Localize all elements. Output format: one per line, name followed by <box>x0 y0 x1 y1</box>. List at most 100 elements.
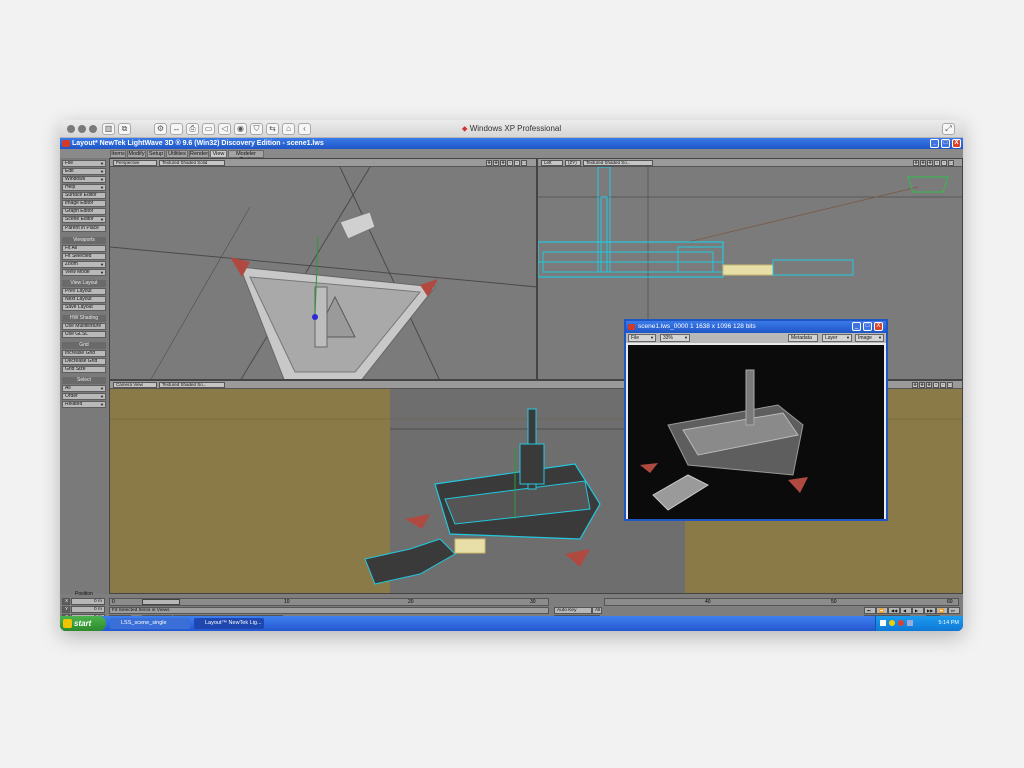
render-minimize-button[interactable]: _ <box>852 322 861 331</box>
tab-modify[interactable]: Modify <box>127 150 146 158</box>
shading-dropdown[interactable]: Textured Shaded So... <box>583 160 653 166</box>
tick-label: 0 <box>112 599 115 605</box>
pan-view-icon[interactable]: ✥ <box>926 382 932 388</box>
zoom-in-icon[interactable]: + <box>507 160 513 166</box>
menu-edit[interactable]: Edit <box>62 168 106 175</box>
zoom-in-icon[interactable]: + <box>934 160 940 166</box>
close-button[interactable]: X <box>952 139 961 148</box>
fullscreen-icon[interactable]: ⤢ <box>942 123 955 135</box>
security-icon[interactable] <box>889 620 895 626</box>
play-back-button[interactable]: ◀ <box>900 607 912 614</box>
fit-selected-button[interactable]: Fit Selected <box>62 253 106 260</box>
tab-render[interactable]: Render <box>189 150 209 158</box>
task-lss-scene[interactable]: LSS_scene_single <box>110 618 190 629</box>
viewport-toolbar: Left (ZY) Textured Shaded So... ✥ ✥ ✥ + … <box>538 159 962 167</box>
graph-editor-button[interactable]: Graph Editor <box>62 208 106 215</box>
auto-key-button[interactable]: Auto Key <box>554 607 592 614</box>
x-value-field[interactable]: 0 m <box>71 598 105 605</box>
view-type-dropdown[interactable]: Perspective <box>113 160 157 166</box>
prev-layout-button[interactable]: Prev Layout <box>62 288 106 295</box>
move-view-icon[interactable]: ✥ <box>913 160 919 166</box>
alert-icon[interactable] <box>898 620 904 626</box>
select-all-button[interactable]: All <box>62 385 106 392</box>
shading-dropdown[interactable]: Textured Shaded So... <box>159 382 225 388</box>
zoom-in-icon[interactable]: + <box>933 382 939 388</box>
system-tray: 5:14 PM <box>875 616 963 631</box>
scene-editor-button[interactable]: Scene Editor <box>62 216 106 223</box>
tab-utilities[interactable]: Utilities <box>166 150 188 158</box>
pan-view-icon[interactable]: ✥ <box>500 160 506 166</box>
task-layout[interactable]: Layout™ NewTek Lig... <box>194 618 264 629</box>
maximize-view-icon[interactable]: □ <box>521 160 527 166</box>
status-bar: Fit Selected Items in Views <box>109 607 549 614</box>
rewind-button[interactable]: ◀◀ <box>888 607 900 614</box>
tab-setup[interactable]: Setup <box>147 150 165 158</box>
play-button[interactable]: ▶ <box>912 607 924 614</box>
maximize-button[interactable]: □ <box>941 139 950 148</box>
render-layer-dropdown[interactable]: Layer <box>822 334 852 342</box>
view-type-dropdown[interactable]: Left <box>541 160 563 166</box>
select-order-button[interactable]: Order <box>62 393 106 400</box>
view-mode-button[interactable]: View Mode <box>62 269 106 276</box>
image-editor-button[interactable]: Image Editor <box>62 200 106 207</box>
zoom-out-icon[interactable]: − <box>940 382 946 388</box>
tab-items[interactable]: Items <box>110 150 126 158</box>
tab-modeler-tools[interactable]: Modeler Tools <box>228 150 264 163</box>
render-image-dropdown[interactable]: Image <box>855 334 884 342</box>
last-frame-button[interactable]: ⏭ <box>948 607 960 614</box>
next-key-button[interactable]: ⏩ <box>936 607 948 614</box>
first-frame-button[interactable]: ⏮ <box>864 607 876 614</box>
use-multitexture-button[interactable]: Use Multitexture <box>62 323 106 330</box>
maximize-view-icon[interactable]: □ <box>947 382 953 388</box>
surface-editor-button[interactable]: Surface Editor <box>62 192 106 199</box>
fast-forward-button[interactable]: ▶▶ <box>924 607 936 614</box>
y-value-field[interactable]: 0 m <box>71 606 105 613</box>
viewport-toolbar: Perspective Textured Shaded Solid ✥ ✥ ✥ … <box>110 159 536 167</box>
clock: 5:14 PM <box>938 620 959 626</box>
xp-desktop: Layout* NewTek LightWave 3D ® 9.6 (Win32… <box>60 138 963 631</box>
volume-icon[interactable] <box>907 620 913 626</box>
parent-in-place-button[interactable]: Parent in Place <box>62 225 106 232</box>
timeline-slider[interactable] <box>142 599 180 605</box>
decrease-grid-button[interactable]: Decrease Grid <box>62 358 106 365</box>
maximize-view-icon[interactable]: □ <box>948 160 954 166</box>
render-file-menu[interactable]: File <box>628 334 656 342</box>
host-title: ⬥ Windows XP Professional <box>461 124 562 133</box>
select-related-button[interactable]: Related <box>62 401 106 408</box>
prev-key-button[interactable]: ⏪ <box>876 607 888 614</box>
render-zoom-dropdown[interactable]: 33% <box>660 334 690 342</box>
auto-key-dropdown[interactable]: All <box>592 607 602 614</box>
timeline-right[interactable]: 40 50 60 <box>604 598 959 606</box>
viewport-perspective[interactable]: Perspective Textured Shaded Solid ✥ ✥ ✥ … <box>109 158 537 380</box>
windows-logo-icon <box>63 619 72 628</box>
render-metadata-button[interactable]: Metadata <box>788 334 818 342</box>
save-layout-button[interactable]: Save Layout <box>62 304 106 311</box>
fit-all-button[interactable]: Fit All <box>62 245 106 252</box>
render-maximize-button[interactable]: □ <box>863 322 872 331</box>
shading-dropdown[interactable]: Textured Shaded Solid <box>159 160 225 166</box>
rotate-view-icon[interactable]: ✥ <box>493 160 499 166</box>
next-layout-button[interactable]: Next Layout <box>62 296 106 303</box>
timeline[interactable]: 0 10 20 30 <box>109 598 549 606</box>
start-button[interactable]: start <box>60 616 106 631</box>
zoom-out-icon[interactable]: − <box>514 160 520 166</box>
rotate-view-icon[interactable]: ✥ <box>920 160 926 166</box>
rotate-view-icon[interactable]: ✥ <box>919 382 925 388</box>
menu-help[interactable]: Help <box>62 184 106 191</box>
network-icon[interactable] <box>880 620 886 626</box>
menu-windows[interactable]: Windows <box>62 176 106 183</box>
zoom-out-icon[interactable]: − <box>941 160 947 166</box>
menu-file[interactable]: File <box>62 160 106 167</box>
grid-size-button[interactable]: Grid Size <box>62 366 106 373</box>
pan-view-icon[interactable]: ✥ <box>927 160 933 166</box>
tab-view[interactable]: View <box>210 150 227 158</box>
view-type-dropdown[interactable]: Camera View <box>113 382 157 388</box>
render-close-button[interactable]: X <box>874 322 883 331</box>
move-view-icon[interactable]: ✥ <box>912 382 918 388</box>
zoom-button[interactable]: Zoom <box>62 261 106 268</box>
minimize-button[interactable]: _ <box>930 139 939 148</box>
use-glsl-button[interactable]: Use GLSL <box>62 331 106 338</box>
increase-grid-button[interactable]: Increase Grid <box>62 350 106 357</box>
move-view-icon[interactable]: ✥ <box>486 160 492 166</box>
axis-dropdown[interactable]: (ZY) <box>565 160 581 166</box>
